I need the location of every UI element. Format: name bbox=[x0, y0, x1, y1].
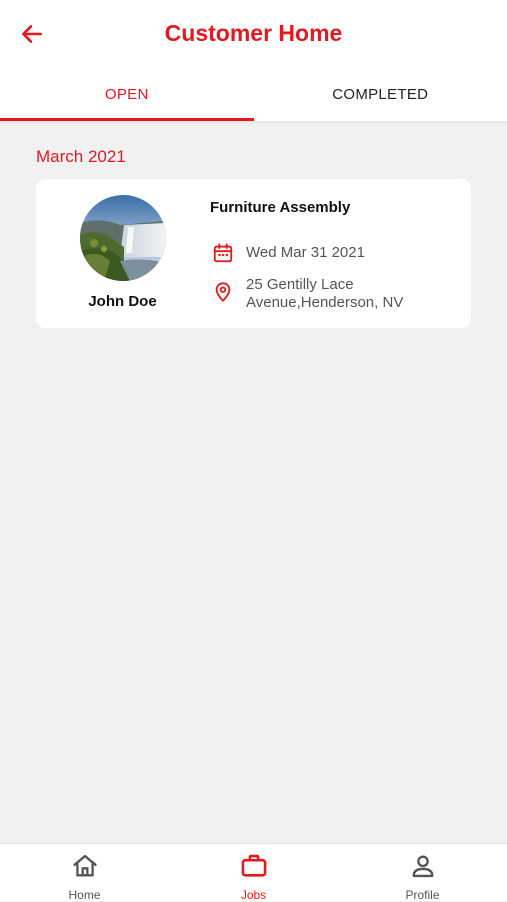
address-line-1: 25 Gentilly Lace bbox=[246, 276, 403, 294]
briefcase-icon bbox=[240, 852, 268, 880]
tab-completed[interactable]: COMPLETED bbox=[254, 67, 507, 121]
nav-profile[interactable]: Profile bbox=[338, 844, 507, 901]
calendar-icon bbox=[212, 242, 234, 264]
location-pin-icon bbox=[212, 281, 234, 303]
address-line-2: Avenue,Henderson, NV bbox=[246, 294, 403, 312]
job-address: 25 Gentilly Lace Avenue,Henderson, NV bbox=[246, 276, 403, 312]
tab-bar: OPEN COMPLETED bbox=[0, 67, 507, 121]
tab-open[interactable]: OPEN bbox=[0, 67, 254, 121]
customer-name: John Doe bbox=[36, 293, 209, 310]
person-icon bbox=[409, 852, 437, 880]
page-title: Customer Home bbox=[0, 20, 507, 47]
bottom-navigation: Home Jobs Profile bbox=[0, 843, 507, 901]
home-icon bbox=[71, 852, 99, 880]
job-date: Wed Mar 31 2021 bbox=[246, 244, 365, 261]
section-month-heading: March 2021 bbox=[36, 147, 126, 167]
customer-avatar bbox=[80, 195, 166, 281]
job-title: Furniture Assembly bbox=[210, 199, 350, 216]
nav-jobs[interactable]: Jobs bbox=[169, 844, 338, 901]
waterfall-photo bbox=[80, 195, 166, 281]
nav-home[interactable]: Home bbox=[0, 844, 169, 901]
job-card[interactable]: John Doe Furniture Assembly Wed Mar 31 2… bbox=[36, 179, 471, 328]
app-header: Customer Home bbox=[0, 0, 507, 67]
